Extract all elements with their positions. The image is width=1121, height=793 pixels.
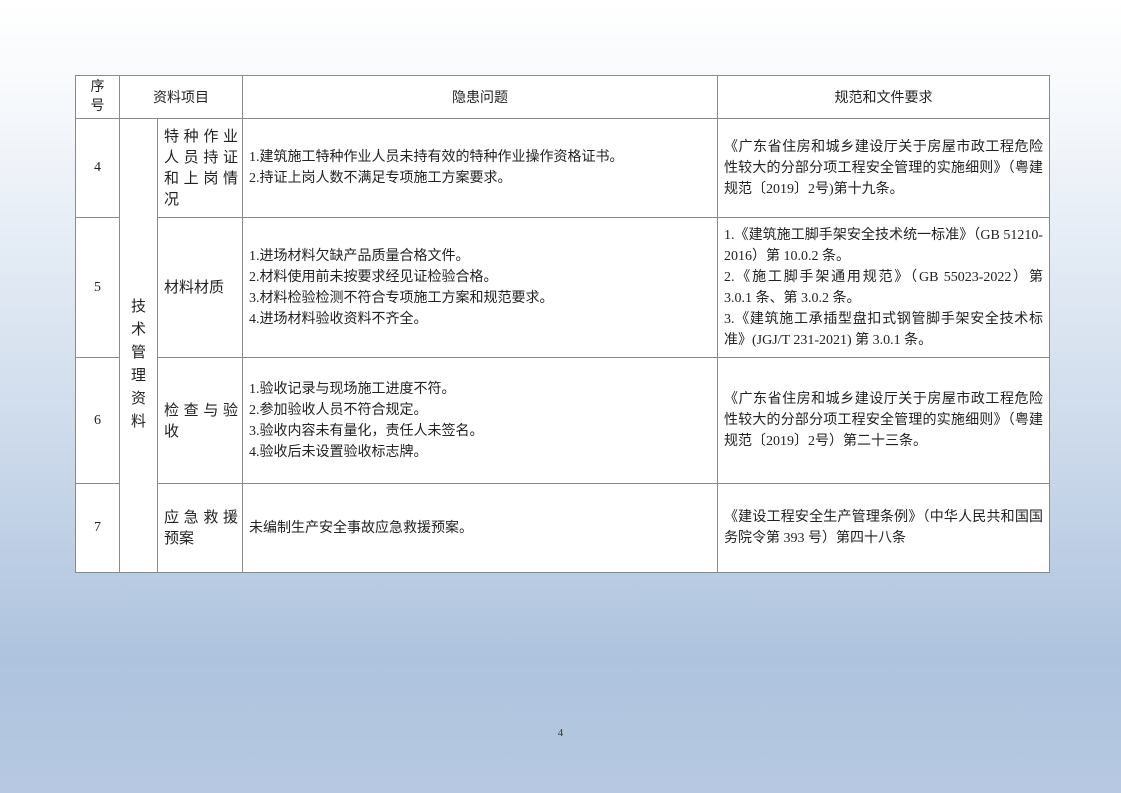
issue-line: 2.材料使用前未按要求经见证检验合格。 <box>249 269 498 285</box>
issue-line: 4.验收后未设置验收标志牌。 <box>249 444 428 460</box>
issue-line: 1.建筑施工特种作业人员未持有效的特种作业操作资格证书。 <box>249 150 624 165</box>
table-row: 7 应急救援预案 未编制生产安全事故应急救援预案。 《建设工程安全生产管理条例》… <box>75 483 1050 573</box>
table-row: 5 材料材质 1.进场材料欠缺产品质量合格文件。 2.材料使用前未按要求经见证检… <box>75 217 1050 358</box>
row-item-label: 材料材质 <box>164 278 225 296</box>
hazard-table: 序号 资料项目 隐患问题 规范和文件要求 4 技术管理资料 特种作业人员持证和上… <box>75 75 1050 573</box>
issue-line: 2.持证上岗人数不满足专项施工方案要求。 <box>249 171 512 186</box>
row-seq: 7 <box>75 483 120 573</box>
page-number: 4 <box>557 727 564 739</box>
requirement-line: 3.《建筑施工承插型盘扣式钢管脚手架安全技术标准》(JGJ/T 231-2021… <box>724 311 1043 348</box>
requirement-line: 2.《施工脚手架通用规范》（GB 55023-2022）第 3.0.1 条、第 … <box>724 269 1043 306</box>
requirement-line: 《建设工程安全生产管理条例》（中华人民共和国国务院令第 393 号）第四十八条 <box>724 510 1043 546</box>
issue-line: 1.验收记录与现场施工进度不符。 <box>249 381 456 397</box>
row-requirements: 《建设工程安全生产管理条例》（中华人民共和国国务院令第 393 号）第四十八条 <box>717 483 1050 573</box>
table-row: 6 检查与验收 1.验收记录与现场施工进度不符。 2.参加验收人员不符合规定。 … <box>75 357 1050 484</box>
header-requirement: 规范和文件要求 <box>717 75 1050 119</box>
category-label: 技术管理资料 <box>130 296 146 430</box>
row-item: 特种作业人员持证和上岗情况 <box>157 118 243 218</box>
requirement-line: 1.《建筑施工脚手架安全技术统一标准》（GB 51210-2016）第 10.0… <box>724 227 1043 264</box>
issue-line: 未编制生产安全事故应急救援预案。 <box>249 520 473 536</box>
issue-line: 4.进场材料验收资料不齐全。 <box>249 311 428 327</box>
requirement-line: 《广东省住房和城乡建设厅关于房屋市政工程危险性较大的分部分项工程安全管理的实施细… <box>724 139 1043 197</box>
row-requirements: 1.《建筑施工脚手架安全技术统一标准》（GB 51210-2016）第 10.0… <box>717 217 1050 358</box>
row-seq: 4 <box>75 118 120 218</box>
row-issues: 1.建筑施工特种作业人员未持有效的特种作业操作资格证书。 2.持证上岗人数不满足… <box>242 118 718 218</box>
row-issues: 1.验收记录与现场施工进度不符。 2.参加验收人员不符合规定。 3.验收内容未有… <box>242 357 718 484</box>
header-item: 资料项目 <box>119 75 243 119</box>
category-cell: 技术管理资料 <box>119 118 158 573</box>
document-page: 序号 资料项目 隐患问题 规范和文件要求 4 技术管理资料 特种作业人员持证和上… <box>0 0 1121 793</box>
table-row: 4 技术管理资料 特种作业人员持证和上岗情况 1.建筑施工特种作业人员未持有效的… <box>75 118 1050 573</box>
table-header-row: 序号 资料项目 隐患问题 规范和文件要求 <box>75 75 1050 119</box>
row-requirements: 《广东省住房和城乡建设厅关于房屋市政工程危险性较大的分部分项工程安全管理的实施细… <box>717 118 1050 218</box>
header-issue: 隐患问题 <box>242 75 718 119</box>
row-requirements: 《广东省住房和城乡建设厅关于房屋市政工程危险性较大的分部分项工程安全管理的实施细… <box>717 357 1050 484</box>
row-seq: 5 <box>75 217 120 358</box>
row-issues: 未编制生产安全事故应急救援预案。 <box>242 483 718 573</box>
requirement-line: 《广东省住房和城乡建设厅关于房屋市政工程危险性较大的分部分项工程安全管理的实施细… <box>724 392 1043 449</box>
row-item-label: 应急救援预案 <box>164 508 238 547</box>
row-item: 检查与验收 <box>157 357 243 484</box>
row-item-label: 特种作业人员持证和上岗情况 <box>164 127 238 208</box>
issue-line: 3.材料检验检测不符合专项施工方案和规范要求。 <box>249 290 554 306</box>
header-seq: 序号 <box>75 75 120 119</box>
row-item-label: 检查与验收 <box>164 400 238 440</box>
row-item: 应急救援预案 <box>157 483 243 573</box>
issue-line: 1.进场材料欠缺产品质量合格文件。 <box>249 248 470 264</box>
row-issues: 1.进场材料欠缺产品质量合格文件。 2.材料使用前未按要求经见证检验合格。 3.… <box>242 217 718 358</box>
issue-line: 2.参加验收人员不符合规定。 <box>249 402 428 418</box>
issue-line: 3.验收内容未有量化，责任人未签名。 <box>249 423 484 439</box>
row-item: 材料材质 <box>157 217 243 358</box>
row-seq: 6 <box>75 357 120 484</box>
